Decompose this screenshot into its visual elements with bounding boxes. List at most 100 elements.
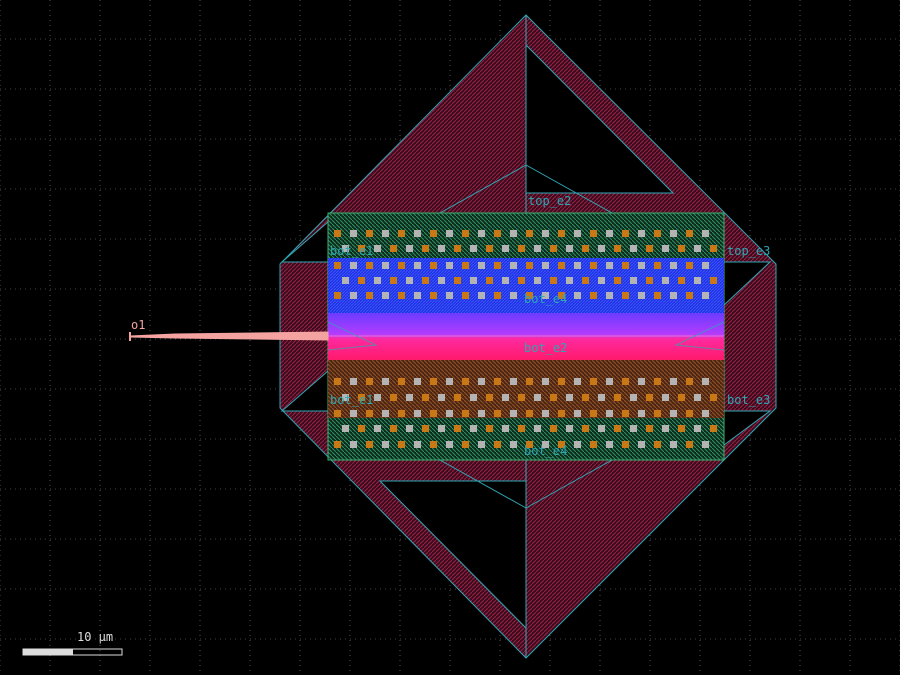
contact-square	[366, 230, 373, 237]
contact-square	[390, 425, 397, 432]
contact-square	[454, 425, 461, 432]
contact-square	[550, 245, 557, 252]
contact-square	[686, 262, 693, 269]
contact-square	[486, 245, 493, 252]
contact-square	[678, 425, 685, 432]
contact-square	[598, 394, 605, 401]
contact-square	[406, 394, 413, 401]
contact-square	[702, 230, 709, 237]
contact-square	[422, 425, 429, 432]
contact-square	[470, 394, 477, 401]
contact-square	[702, 441, 709, 448]
contact-square	[542, 378, 549, 385]
contact-square	[686, 441, 693, 448]
contact-square	[542, 262, 549, 269]
contact-square	[670, 230, 677, 237]
contact-square	[598, 425, 605, 432]
contact-square	[622, 378, 629, 385]
contact-square	[526, 230, 533, 237]
contact-square	[366, 292, 373, 299]
contact-square	[622, 292, 629, 299]
contact-square	[334, 378, 341, 385]
contact-square	[398, 441, 405, 448]
contact-square	[574, 410, 581, 417]
contact-square	[454, 245, 461, 252]
contact-square	[486, 277, 493, 284]
contact-square	[534, 277, 541, 284]
contact-square	[446, 262, 453, 269]
contact-square	[438, 245, 445, 252]
contact-square	[366, 262, 373, 269]
contact-square	[374, 425, 381, 432]
contact-square	[646, 277, 653, 284]
contact-square	[702, 410, 709, 417]
contact-square	[662, 277, 669, 284]
contact-square	[446, 441, 453, 448]
contact-square	[430, 441, 437, 448]
contact-square	[342, 277, 349, 284]
contact-square	[398, 410, 405, 417]
contact-square	[534, 425, 541, 432]
contact-square	[398, 262, 405, 269]
contact-square	[654, 230, 661, 237]
contact-square	[510, 410, 517, 417]
contact-square	[374, 245, 381, 252]
waveguide	[129, 331, 329, 341]
contact-square	[350, 441, 357, 448]
contact-square	[510, 262, 517, 269]
contact-square	[414, 230, 421, 237]
contact-square	[582, 277, 589, 284]
contact-square	[334, 262, 341, 269]
contact-square	[534, 394, 541, 401]
contact-square	[390, 277, 397, 284]
contact-square	[350, 292, 357, 299]
contact-square	[414, 378, 421, 385]
contact-square	[606, 441, 613, 448]
contact-square	[638, 378, 645, 385]
contact-square	[702, 292, 709, 299]
contact-square	[614, 394, 621, 401]
contact-square	[654, 292, 661, 299]
contact-square	[702, 378, 709, 385]
contact-square	[558, 262, 565, 269]
contact-square	[382, 230, 389, 237]
contact-square	[334, 441, 341, 448]
layout-canvas: o1 top_e2 top_e3 bot_e4 bot_e2 bot_e3 bo…	[0, 0, 900, 675]
contact-square	[598, 245, 605, 252]
contact-square	[638, 230, 645, 237]
contact-square	[510, 441, 517, 448]
contact-square	[710, 277, 717, 284]
scale-bar-label: 10 μm	[77, 630, 113, 644]
contact-square	[494, 230, 501, 237]
contact-square	[462, 410, 469, 417]
port-label-mid-e2: bot_e2	[524, 341, 567, 355]
contact-square	[590, 230, 597, 237]
contact-square	[558, 230, 565, 237]
contact-square	[502, 245, 509, 252]
contact-square	[414, 262, 421, 269]
contact-square	[430, 292, 437, 299]
contact-square	[518, 277, 525, 284]
contact-square	[622, 410, 629, 417]
contact-square	[366, 378, 373, 385]
contact-square	[590, 378, 597, 385]
contact-square	[590, 410, 597, 417]
contact-square	[574, 230, 581, 237]
contact-square	[462, 230, 469, 237]
contact-square	[710, 425, 717, 432]
contact-square	[414, 441, 421, 448]
contact-square	[366, 441, 373, 448]
contact-square	[470, 425, 477, 432]
contact-square	[694, 245, 701, 252]
contact-square	[414, 410, 421, 417]
lower-triangle-outline	[378, 480, 527, 629]
contact-square	[582, 245, 589, 252]
contact-square	[710, 245, 717, 252]
contact-square	[670, 441, 677, 448]
contact-square	[662, 425, 669, 432]
contact-square	[486, 425, 493, 432]
contact-square	[438, 394, 445, 401]
contact-square	[574, 378, 581, 385]
port-label-bot-e3: bot_e3	[727, 393, 770, 407]
contact-square	[558, 378, 565, 385]
